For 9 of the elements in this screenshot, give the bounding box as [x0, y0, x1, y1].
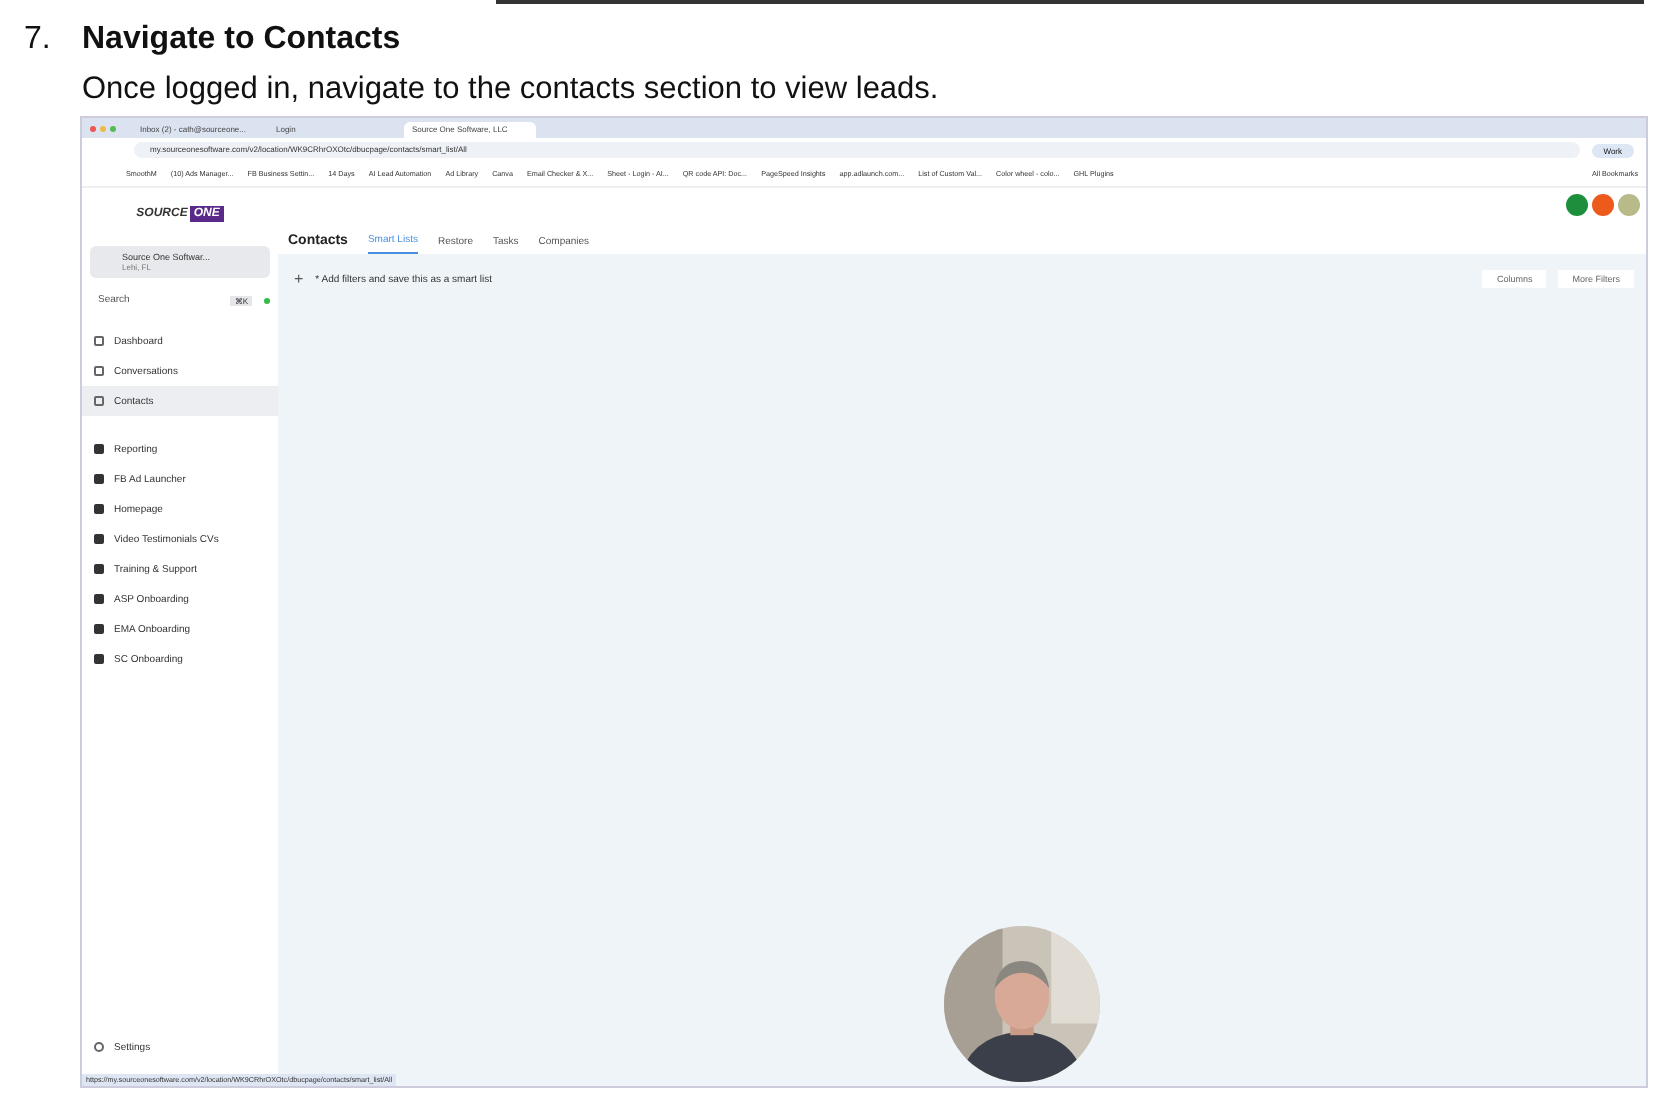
step-title: Navigate to Contacts — [82, 22, 401, 58]
status-dot-icon — [264, 297, 270, 303]
window-controls-icon — [90, 125, 116, 131]
phone-button[interactable] — [1566, 194, 1588, 216]
avatar-icon[interactable] — [1618, 194, 1640, 216]
step-description: Once logged in, navigate to the contacts section to view leads. — [82, 72, 941, 108]
step-number: 7. — [24, 22, 53, 58]
add-filter-button[interactable]: + — [294, 270, 304, 288]
notification-button[interactable] — [1592, 194, 1614, 216]
